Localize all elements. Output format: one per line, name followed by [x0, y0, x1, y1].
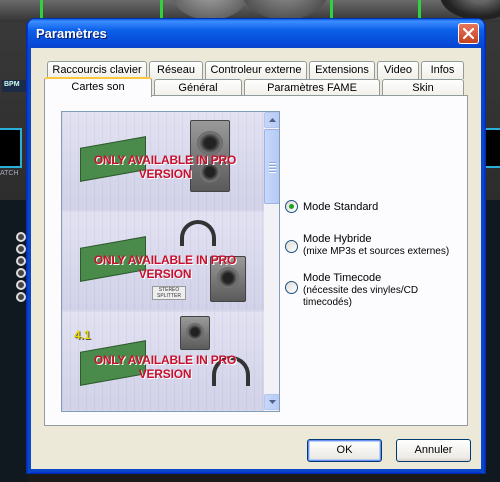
- window-frame: [481, 48, 484, 473]
- title-bar[interactable]: Paramètres: [28, 19, 484, 48]
- arrow-up-icon: [269, 118, 276, 122]
- background-scratch-label: ATCH: [0, 170, 19, 177]
- pro-version-banner: ONLY AVAILABLE IN PRO VERSION: [93, 253, 237, 281]
- timecode-mode-image: ONLY AVAILABLE IN PRO VERSION: [62, 312, 264, 410]
- standard-mode-image: ONLY AVAILABLE IN PRO VERSION: [62, 112, 264, 210]
- scroll-thumb[interactable]: [264, 129, 279, 204]
- mode-standard-radio[interactable]: [285, 200, 298, 213]
- background-button-icon: [16, 232, 26, 242]
- sound-card-mode-preview: ONLY AVAILABLE IN PRO VERSION ONLY AVAIL…: [61, 111, 280, 412]
- preview-scrollbar[interactable]: [264, 112, 279, 411]
- mode-hybride-label: Mode Hybride: [303, 233, 372, 245]
- close-button[interactable]: [458, 23, 479, 44]
- tab-controleur-externe[interactable]: Controleur externe: [205, 61, 307, 79]
- scroll-down-button[interactable]: [264, 394, 279, 410]
- pro-version-banner: ONLY AVAILABLE IN PRO VERSION: [93, 153, 237, 181]
- mode-timecode-description: (nécessite des vinyles/CD: [303, 285, 419, 296]
- background-button-icon: [16, 244, 26, 254]
- background-button-icon: [16, 268, 26, 278]
- mode-standard-label: Mode Standard: [303, 201, 379, 213]
- mode-hybride-description: (mixe MP3s et sources externes): [303, 246, 450, 257]
- scroll-up-button[interactable]: [264, 112, 279, 128]
- background-button-icon: [16, 256, 26, 266]
- background-bpm-label: BPM: [2, 80, 30, 92]
- background-display: [484, 128, 500, 168]
- tab-reseau[interactable]: Réseau: [149, 61, 203, 79]
- pro-version-banner: ONLY AVAILABLE IN PRO VERSION: [93, 353, 237, 381]
- background-meter: [160, 0, 163, 18]
- mode-timecode-description: timecodés): [303, 297, 352, 308]
- sound-cards-tab-page: ONLY AVAILABLE IN PRO VERSION ONLY AVAIL…: [44, 95, 468, 426]
- window-title: Paramètres: [36, 26, 107, 41]
- mode-hybride-radio[interactable]: [285, 240, 298, 253]
- background-side-panel: [0, 200, 28, 482]
- speaker-icon: [180, 316, 210, 350]
- background-meter: [330, 0, 333, 18]
- window-frame: [28, 48, 31, 473]
- mode-timecode-radio[interactable]: [285, 281, 298, 294]
- window-frame: [28, 469, 484, 472]
- tab-extensions[interactable]: Extensions: [309, 61, 375, 79]
- background-button-icon: [16, 292, 26, 302]
- tab-video[interactable]: Video: [377, 61, 419, 79]
- ok-button[interactable]: OK: [307, 439, 382, 462]
- background-button-icon: [16, 280, 26, 290]
- settings-dialog: Paramètres Raccourcis clavier Réseau Con…: [27, 19, 485, 473]
- arrow-down-icon: [269, 400, 276, 404]
- cancel-button[interactable]: Annuler: [396, 439, 471, 462]
- background-meter: [418, 0, 421, 18]
- close-icon: [463, 28, 474, 39]
- stereo-splitter-label: STEREO SPLITTER: [152, 286, 186, 300]
- background-meter: [40, 0, 43, 18]
- tab-infos[interactable]: Infos: [421, 61, 464, 79]
- tab-cartes-son[interactable]: Cartes son: [44, 77, 152, 97]
- quad-output-label: 4.1: [74, 328, 91, 342]
- mode-timecode-label: Mode Timecode: [303, 272, 382, 284]
- background-display: [0, 128, 22, 168]
